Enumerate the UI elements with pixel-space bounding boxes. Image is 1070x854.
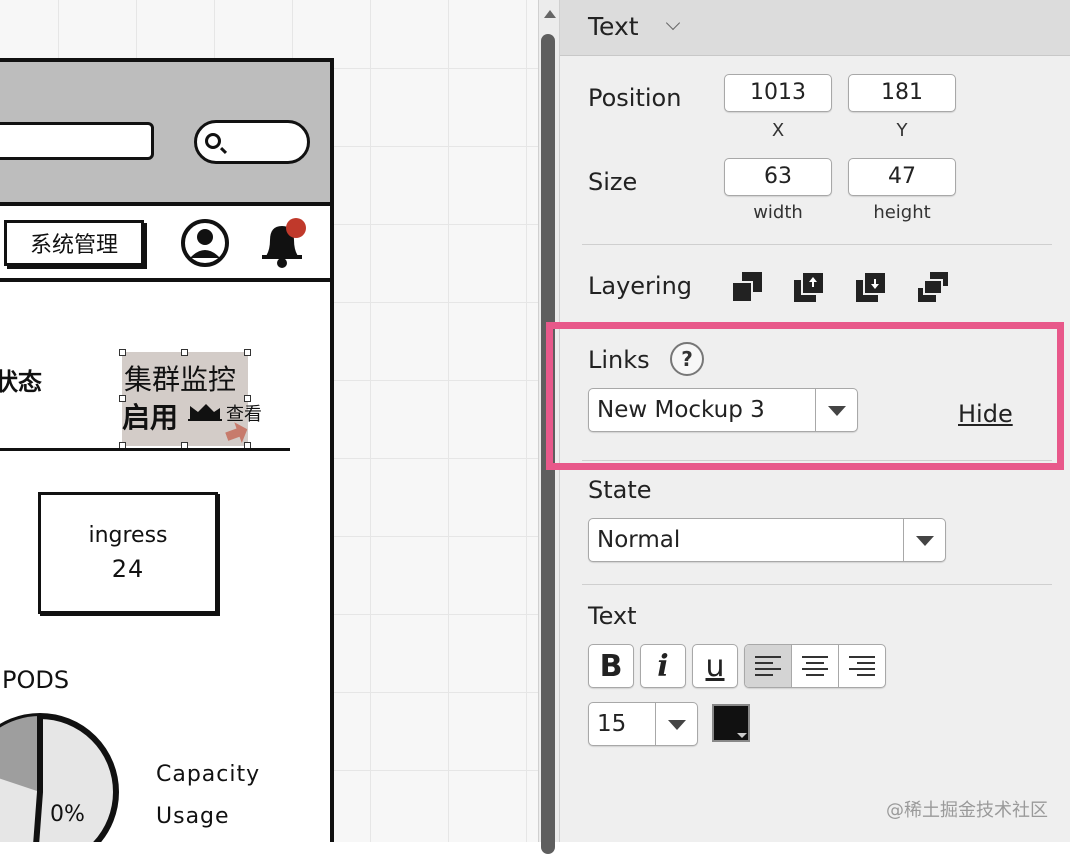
mockup-pie-percent: 0% — [50, 802, 85, 827]
position-label: Position — [588, 84, 682, 112]
state-dropdown[interactable]: Normal — [588, 518, 946, 562]
mockup-navbar: 系统管理 — [0, 206, 330, 282]
resize-handle-right[interactable] — [244, 395, 251, 402]
mockup-capacity-label: Capacity — [156, 762, 261, 787]
position-y-input[interactable]: 181 — [848, 74, 956, 112]
properties-panel: Text Position 1013 181 X Y Size 63 47 wi… — [546, 0, 1070, 842]
text-color-picker[interactable] — [712, 704, 750, 742]
italic-button[interactable]: i — [640, 644, 686, 688]
watermark-text: @稀土掘金技术社区 — [886, 800, 1048, 821]
send-to-back-icon[interactable] — [916, 270, 950, 304]
mockup-enable-text: 启用 — [122, 401, 179, 434]
size-label: Size — [588, 168, 638, 196]
resize-handle-top[interactable] — [181, 349, 188, 356]
mockup-divider-line — [0, 448, 290, 451]
resize-handle-top-right[interactable] — [244, 349, 251, 356]
mockup-status-text: 状态 — [0, 368, 42, 396]
section-divider — [582, 244, 1052, 245]
size-width-input[interactable]: 63 — [724, 158, 832, 196]
send-backward-icon[interactable] — [854, 270, 888, 304]
align-center-button[interactable] — [792, 645, 839, 687]
font-size-dropdown[interactable]: 15 — [588, 702, 698, 746]
mockup-search-pill[interactable] — [194, 120, 310, 164]
mockup-usage-label: Usage — [156, 804, 230, 829]
align-right-button[interactable] — [839, 645, 885, 687]
resize-handle-top-left[interactable] — [119, 349, 126, 356]
underline-button[interactable]: u — [692, 644, 738, 688]
mockup-system-button[interactable]: 系统管理 — [4, 220, 144, 266]
search-icon — [205, 133, 221, 149]
chevron-down-icon[interactable] — [665, 15, 681, 31]
state-label: State — [588, 476, 652, 504]
align-center-icon — [802, 655, 828, 677]
resize-handle-left[interactable] — [119, 395, 126, 402]
user-avatar-icon[interactable] — [180, 218, 230, 268]
links-dropdown[interactable]: New Mockup 3 — [588, 388, 858, 432]
dropdown-arrow-icon[interactable] — [815, 389, 857, 431]
mockup-topbar — [0, 62, 330, 206]
position-x-label: X — [771, 120, 785, 141]
panel-header[interactable]: Text — [560, 0, 1070, 56]
bell-icon[interactable] — [256, 216, 310, 270]
bold-button[interactable]: B — [588, 644, 634, 688]
scroll-up-arrow-icon[interactable] — [544, 10, 556, 18]
hide-link[interactable]: Hide — [958, 400, 1013, 428]
dropdown-arrow-icon[interactable] — [903, 519, 945, 561]
size-height-label: height — [873, 202, 931, 223]
links-label: Links — [588, 346, 650, 374]
mockup-pods-label: PODS — [2, 666, 70, 694]
area-chart-icon — [188, 404, 222, 421]
mockup-view-text: 查看 — [226, 404, 262, 425]
dropdown-arrow-icon[interactable] — [655, 703, 697, 745]
ingress-title: ingress — [88, 523, 168, 548]
position-x-input[interactable]: 1013 — [724, 74, 832, 112]
section-divider — [582, 460, 1052, 461]
size-height-input[interactable]: 47 — [848, 158, 956, 196]
links-dropdown-value: New Mockup 3 — [597, 397, 765, 423]
position-y-label: Y — [896, 120, 908, 141]
mockup-ingress-card[interactable]: ingress 24 — [38, 492, 218, 614]
align-left-button[interactable] — [745, 645, 792, 687]
font-size-value: 15 — [597, 711, 627, 737]
bring-forward-icon[interactable] — [792, 270, 826, 304]
state-dropdown-value: Normal — [597, 527, 681, 553]
align-right-icon — [849, 655, 875, 677]
ingress-value: 24 — [111, 555, 145, 583]
size-width-label: width — [753, 202, 803, 223]
section-divider — [582, 584, 1052, 585]
bring-to-front-icon[interactable] — [730, 270, 764, 304]
design-canvas[interactable]: 系统管理 状态 集群监控 启用 查看 ingress 24 PODS 0% Ca… — [0, 0, 538, 842]
help-icon[interactable]: ? — [670, 342, 704, 376]
layering-label: Layering — [588, 272, 693, 300]
mockup-cluster-monitor-text: 集群监控 — [124, 363, 237, 396]
text-alignment-group — [744, 644, 886, 688]
align-left-icon — [755, 655, 781, 677]
panel-title[interactable]: Text — [588, 12, 639, 41]
mockup-system-button-label: 系统管理 — [29, 233, 118, 258]
mockup-search-bar[interactable] — [0, 122, 154, 160]
text-section-label: Text — [588, 602, 637, 630]
